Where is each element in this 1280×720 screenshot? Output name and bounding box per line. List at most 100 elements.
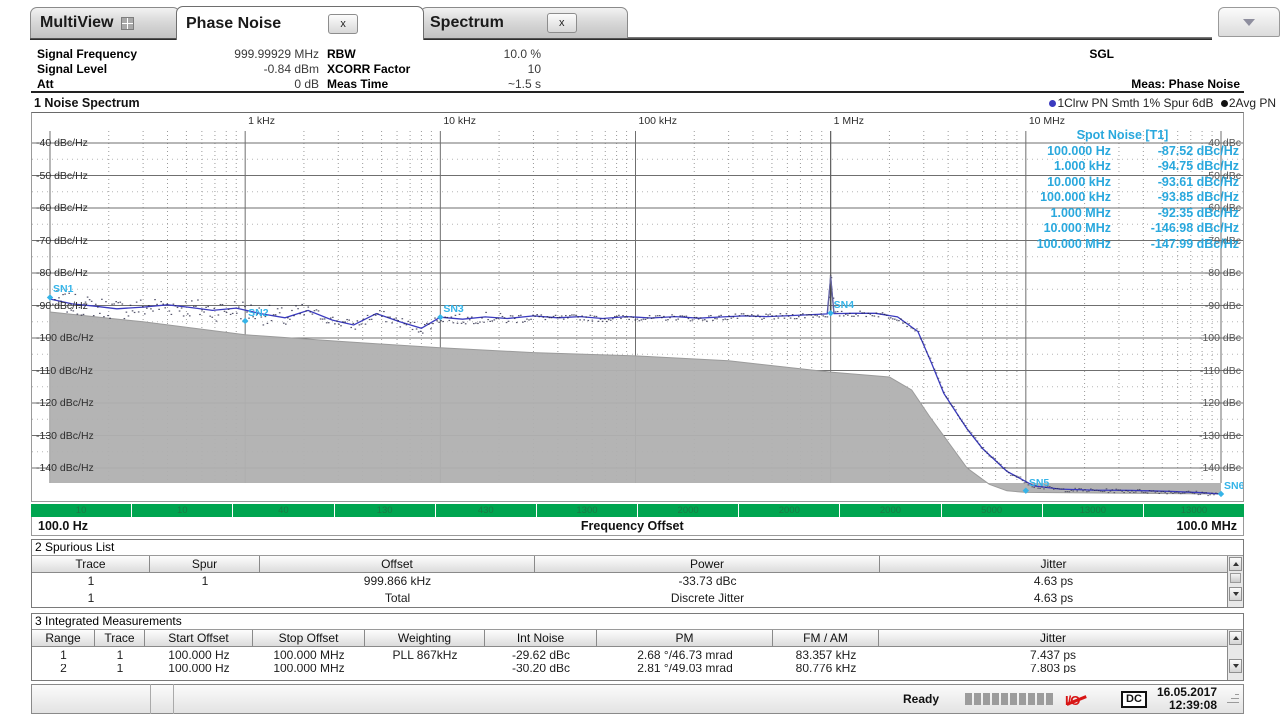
progress-segment — [1001, 693, 1009, 705]
frequency-segment: 1300 — [537, 504, 639, 517]
col-offset: Offset — [260, 556, 535, 572]
spot-noise-value: -93.85 dBc/Hz — [1157, 190, 1239, 204]
progress-segment — [1046, 693, 1054, 705]
cell: 100.000 MHz — [273, 648, 345, 662]
triangle-down-icon — [1232, 592, 1239, 596]
tab-phase-noise-label: Phase Noise — [186, 14, 282, 32]
col-stop-offset: Stop Offset — [253, 630, 365, 646]
coupling-badge: DC — [1121, 690, 1147, 708]
tab-phase-noise-close-button[interactable]: x — [328, 13, 359, 34]
tab-multiview-label: MultiView — [40, 14, 114, 31]
tab-spectrum-label: Spectrum — [430, 14, 504, 31]
progress-segment — [1019, 693, 1027, 705]
col-range: Range — [32, 630, 95, 646]
table-row[interactable]: 1 1 999.866 kHz -33.73 dBc 4.63 ps — [32, 573, 1227, 590]
spot-noise-value: -87.52 dBc/Hz — [1157, 143, 1239, 158]
trace1-legend-label: 1Clrw PN Smth 1% Spur 6dB — [1057, 96, 1214, 110]
y-tick-label-right: -140 dBc — [1198, 462, 1241, 474]
col-pm: PM — [597, 630, 773, 646]
scroll-thumb[interactable] — [1230, 573, 1241, 583]
progress-segment — [974, 693, 982, 705]
table-row[interactable]: 2 1 100.000 Hz 100.000 MHz -30.20 dBc 2.81 °/… — [32, 664, 1227, 673]
progress-segment — [1010, 693, 1018, 705]
scroll-down-button[interactable] — [1229, 587, 1242, 601]
x-axis-title: Frequency Offset — [580, 519, 684, 533]
y-tick-label: -110 dBc/Hz — [36, 364, 93, 377]
integrated-body[interactable]: 1 1 100.000 Hz 100.000 MHz PLL 867kHz -29.62 … — [32, 647, 1227, 673]
progress-indicator — [965, 693, 1054, 705]
spot-noise-row: 1.000 kHz -94.75 dBc/Hz — [1006, 159, 1239, 175]
cell-power: -33.73 dBc — [678, 574, 737, 588]
io-disabled-icon: I/O — [1065, 692, 1087, 708]
param-label-att: Att — [37, 77, 54, 91]
frequency-segment: 13000 — [1043, 504, 1144, 517]
param-value-signal-frequency[interactable]: 999.99929 MHz — [234, 47, 319, 61]
resize-grip[interactable] — [1225, 692, 1239, 706]
cell: 100.000 MHz — [273, 664, 345, 673]
y-tick-label-right: -80 dBc — [1204, 267, 1241, 279]
frequency-segment: 40 — [233, 504, 335, 517]
param-label-meas-time: Meas Time — [327, 77, 389, 91]
spurious-list-body[interactable]: 1 1 999.866 kHz -33.73 dBc 4.63 ps 1 Tot… — [32, 573, 1227, 607]
spot-noise-row: 10.000 kHz -93.61 dBc/Hz — [1006, 175, 1239, 191]
tab-bar: MultiView Phase Noise x Spectrum x — [30, 4, 1280, 40]
cell: 2.81 °/49.03 mrad — [637, 664, 733, 673]
spot-noise-offset: 100.000 kHz — [1040, 190, 1111, 204]
col-jitter: Jitter — [1040, 557, 1067, 571]
tab-spectrum[interactable]: Spectrum x — [420, 7, 628, 38]
frequency-segment-bar: 10 10 40 130 430 1300 2000 2000 2000 5000 13000 130… — [31, 504, 1244, 517]
param-value-rbw[interactable]: 10.0 % — [504, 47, 541, 61]
y-tick-label: -60 dBc/Hz — [36, 202, 88, 214]
scroll-up-button[interactable] — [1229, 631, 1242, 645]
integrated-scrollbar[interactable] — [1227, 630, 1243, 680]
integrated-measurements-title: 3 Integrated Measurements — [32, 614, 1243, 630]
x-axis-start-label: 100.0 Hz — [38, 519, 89, 533]
spot-noise-row: 100.000 MHz -147.99 dBc/Hz — [1006, 237, 1239, 253]
triangle-up-icon — [1232, 562, 1239, 566]
scroll-up-button[interactable] — [1229, 557, 1242, 571]
status-divider — [150, 684, 151, 714]
spot-noise-offset: 100.000 MHz — [1036, 236, 1111, 251]
y-tick-label: -130 dBc/Hz — [36, 429, 94, 442]
frequency-segment: 2000 — [840, 504, 942, 517]
col-weighting: Weighting — [365, 630, 485, 646]
marker-label-sn5: SN5 — [1028, 476, 1050, 489]
cell-offset: 999.866 kHz — [363, 574, 432, 588]
integrated-header-row: Range Trace Start Offset Stop Offset Weighti… — [32, 630, 1227, 647]
table-row[interactable]: 1 1 100.000 Hz 100.000 MHz PLL 867kHz -29.62 … — [32, 647, 1227, 664]
param-label-xcorr-factor: XCORR Factor — [327, 62, 411, 76]
cell-trace: 1 — [87, 574, 95, 588]
col-spur: Spur — [150, 556, 260, 572]
cell: -30.20 dBc — [511, 664, 571, 673]
scroll-down-button[interactable] — [1229, 659, 1242, 673]
param-value-xcorr-factor[interactable]: 10 — [528, 62, 541, 76]
param-value-att[interactable]: 0 dB — [294, 77, 319, 91]
marker-label-sn6: SN6 — [1224, 479, 1244, 492]
table-row[interactable]: 1 Total Discrete Jitter 4.63 ps — [32, 590, 1227, 607]
x-decade-label: 1 kHz — [248, 115, 275, 127]
cell: 2.68 °/46.73 mrad — [637, 648, 733, 662]
diagram-title: 1 Noise Spectrum — [31, 95, 631, 111]
param-value-signal-level[interactable]: -0.84 dBm — [264, 62, 319, 76]
y-tick-label-right: -100 dBc — [1198, 332, 1241, 344]
grid-icon — [120, 16, 134, 30]
spot-noise-table[interactable]: Spot Noise [T1] 100.000 Hz -87.52 dBc/Hz 1… — [1006, 128, 1239, 252]
cell — [365, 664, 485, 673]
frequency-segment: 2000 — [638, 504, 740, 517]
spurious-list-panel: 2 Spurious List Trace Spur Offset Power … — [31, 539, 1244, 608]
param-label-rbw: RBW — [327, 47, 356, 61]
tab-multiview[interactable]: MultiView — [30, 7, 180, 38]
param-value-meas-time[interactable]: ~1.5 s — [508, 77, 541, 91]
frequency-segment: 10 — [31, 504, 133, 517]
tab-phase-noise[interactable]: Phase Noise x — [176, 6, 424, 40]
spurious-list-scrollbar[interactable] — [1227, 556, 1243, 607]
tab-overflow-dropdown-button[interactable] — [1218, 7, 1280, 37]
y-tick-label: -80 dBc/Hz — [36, 267, 88, 279]
spurious-list-header-row: Trace Spur Offset Power Jitter — [32, 556, 1227, 573]
tab-spectrum-close-button[interactable]: x — [546, 13, 577, 33]
progress-segment — [983, 693, 991, 705]
x-axis-stop-label: 100.0 MHz — [1176, 519, 1237, 533]
col-power: Power — [535, 556, 880, 572]
noise-spectrum-diagram[interactable]: -40 dBc/Hz -50 dBc/Hz -60 dBc/Hz -70 dBc/Hz… — [31, 112, 1244, 502]
spot-noise-row: 100.000 kHz -93.85 dBc/Hz — [1006, 190, 1239, 206]
